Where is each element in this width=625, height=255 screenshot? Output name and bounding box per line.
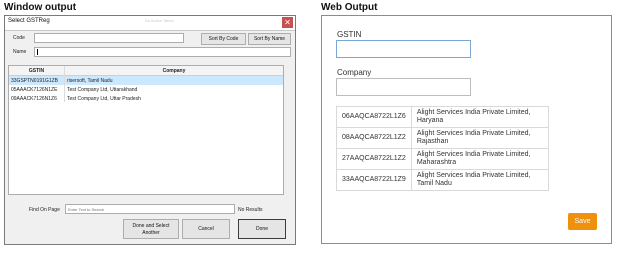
name-label: Name [13, 49, 27, 55]
web-output-heading: Web Output [321, 2, 378, 13]
grid-header: GSTIN Company [9, 66, 283, 76]
code-input[interactable] [34, 33, 184, 43]
row-company: Test Company Ltd, Uttar Pradesh [67, 96, 141, 102]
table-row[interactable]: 33AAQCA8722L1Z9 Alight Services India Pr… [336, 169, 550, 191]
row-gstin: 05AAACK7126N1ZE [11, 87, 58, 93]
grid-row[interactable]: 33GSPTN0191G1ZB risersoft, Tamil Nadu [9, 76, 283, 85]
find-on-page-label: Find On Page [29, 207, 60, 213]
grid-row[interactable]: 05AAACK7126N1ZE Test Company Ltd, Uttara… [9, 85, 283, 94]
table-row[interactable]: 27AAQCA8722L1Z2 Alight Services India Pr… [336, 148, 550, 170]
gstreg-grid: GSTIN Company 33GSPTN0191G1ZB risersoft,… [8, 65, 284, 195]
column-header-gstin[interactable]: GSTIN [9, 68, 64, 74]
row-company: Alight Services India Private Limited, R… [410, 127, 550, 149]
gstreg-dialog: Select GSTReg Do Action Taken ✕ Code Sor… [4, 15, 296, 245]
row-company: Alight Services India Private Limited, M… [410, 148, 550, 170]
code-label: Code [13, 35, 25, 41]
find-result-text: No Results [238, 207, 263, 213]
row-gstin: 06AAQCA8722L1Z6 [336, 106, 412, 128]
row-gstin: 08AAQCA8722L1Z2 [336, 127, 412, 149]
close-icon[interactable]: ✕ [282, 17, 293, 28]
row-gstin: 09AAACK7126N1Z6 [11, 96, 57, 102]
row-company: Alight Services India Private Limited, H… [410, 106, 550, 128]
dialog-ghost-title: Do Action Taken [145, 18, 174, 23]
dialog-title: Select GSTReg [8, 18, 50, 24]
cancel-button[interactable]: Cancel [182, 219, 230, 239]
table-row[interactable]: 08AAQCA8722L1Z2 Alight Services India Pr… [336, 127, 550, 149]
column-divider [64, 66, 65, 102]
gstin-results-table: 06AAQCA8722L1Z6 Alight Services India Pr… [336, 106, 550, 191]
sort-by-name-button[interactable]: Sort By Name [248, 33, 291, 45]
table-row[interactable]: 06AAQCA8722L1Z6 Alight Services India Pr… [336, 106, 550, 128]
row-gstin: 27AAQCA8722L1Z2 [336, 148, 412, 170]
dialog-titlebar: Select GSTReg Do Action Taken ✕ [5, 16, 295, 31]
column-header-company[interactable]: Company [65, 68, 283, 74]
company-input[interactable] [336, 78, 471, 96]
find-on-page-input[interactable] [65, 204, 235, 214]
row-company: Test Company Ltd, Uttarakhand [67, 87, 138, 93]
grid-row[interactable]: 09AAACK7126N1Z6 Test Company Ltd, Uttar … [9, 94, 283, 103]
name-input[interactable] [34, 47, 291, 57]
sort-by-code-button[interactable]: Sort By Code [201, 33, 246, 45]
row-gstin: 33GSPTN0191G1ZB [11, 78, 58, 84]
text-cursor [37, 49, 38, 55]
gstin-input[interactable] [336, 40, 471, 58]
done-and-select-another-button[interactable]: Done and Select Another [123, 219, 179, 239]
row-gstin: 33AAQCA8722L1Z9 [336, 169, 412, 191]
company-label: Company [337, 68, 372, 77]
row-company: Alight Services India Private Limited, T… [410, 169, 550, 191]
window-output-heading: Window output [4, 2, 77, 13]
row-company: risersoft, Tamil Nadu [67, 78, 113, 84]
gstin-label: GSTIN [337, 30, 362, 39]
save-button[interactable]: Save [568, 213, 597, 230]
done-button[interactable]: Done [238, 219, 286, 239]
